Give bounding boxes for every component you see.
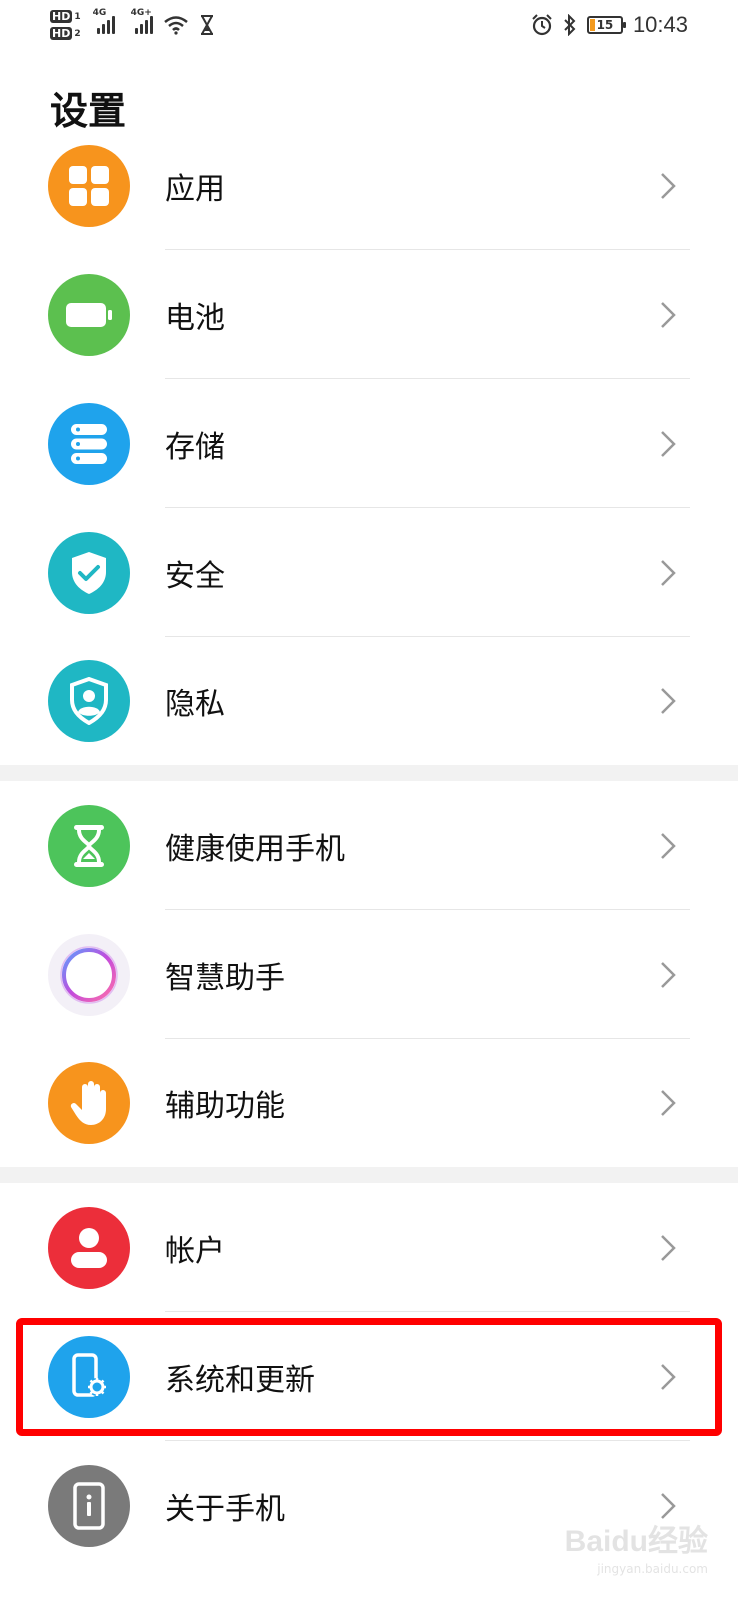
chevron-right-icon (658, 960, 678, 990)
settings-item-label: 安全 (165, 558, 225, 594)
chevron-right-icon (658, 1088, 678, 1118)
chevron-right-icon (658, 171, 678, 201)
settings-item-label: 存储 (165, 429, 225, 465)
settings-item-label: 应用 (165, 172, 225, 207)
privacy-icon (48, 660, 130, 742)
hd-indicator-1: HD 1 (50, 10, 81, 23)
bluetooth-icon (564, 14, 576, 36)
chevron-right-icon (658, 831, 678, 861)
settings-item-label: 关于手机 (165, 1491, 285, 1527)
settings-item-account[interactable]: 帐户 (0, 1183, 738, 1312)
settings-item-label: 隐私 (165, 687, 225, 722)
status-bar: HD 1 HD 2 4G 4G+ 15 10:43 (0, 0, 738, 50)
settings-item-battery[interactable]: 电池 (0, 250, 738, 379)
assistant-ring-icon (48, 933, 130, 1016)
settings-screen: HD 1 HD 2 4G 4G+ 15 10:43 设置 应用 电池 存储 安全… (0, 0, 738, 1600)
hourglass-icon (48, 804, 130, 887)
chevron-right-icon (658, 1362, 678, 1392)
settings-item-accessibility[interactable]: 辅助功能 (0, 1039, 738, 1167)
phone-gear-icon (48, 1335, 130, 1418)
hd-indicator-2: HD 2 (50, 27, 81, 40)
settings-item-label: 系统和更新 (165, 1362, 315, 1398)
settings-item-smart-assistant[interactable]: 智慧助手 (0, 910, 738, 1039)
settings-item-label: 辅助功能 (165, 1089, 285, 1124)
signal-icon-sim2: 4G+ (131, 8, 153, 34)
hd-indicators: HD 1 HD 2 (50, 10, 81, 40)
settings-item-storage[interactable]: 存储 (0, 379, 738, 508)
settings-item-apps-row[interactable]: 应用 (0, 122, 738, 250)
settings-item-label: 健康使用手机 (165, 831, 345, 867)
hourglass-status-icon (200, 15, 213, 35)
hand-icon (48, 1062, 130, 1144)
wifi-icon (163, 16, 188, 35)
chevron-right-icon (658, 686, 678, 716)
apps-icon (48, 145, 130, 227)
account-icon (48, 1206, 130, 1289)
signal-icon-sim1: 4G (93, 8, 115, 34)
battery-icon (48, 273, 130, 356)
chevron-right-icon (658, 429, 678, 459)
chevron-right-icon (658, 558, 678, 588)
group-divider (0, 1167, 738, 1183)
settings-item-label: 帐户 (165, 1233, 225, 1269)
storage-icon (48, 402, 130, 485)
settings-item-label: 电池 (165, 300, 225, 336)
battery-status-icon: 15 (586, 16, 626, 34)
settings-item-system-update[interactable]: 系统和更新 (0, 1312, 738, 1441)
chevron-right-icon (658, 300, 678, 330)
clock: 10:43 (632, 12, 688, 37)
alarm-icon (532, 14, 552, 36)
status-bar-right: 15 10:43 (531, 12, 688, 38)
settings-item-security[interactable]: 安全 (0, 508, 738, 637)
settings-item-digital-balance[interactable]: 健康使用手机 (0, 781, 738, 910)
status-bar-left: HD 1 HD 2 4G 4G+ (50, 8, 215, 40)
settings-item-label: 智慧助手 (165, 960, 285, 996)
group-divider (0, 765, 738, 781)
chevron-right-icon (658, 1233, 678, 1263)
settings-item-privacy[interactable]: 隐私 (0, 637, 738, 765)
shield-check-icon (48, 531, 130, 614)
baidu-watermark: Baidu经验 jingyan.baidu.com (564, 1525, 708, 1576)
phone-info-icon (48, 1464, 130, 1547)
